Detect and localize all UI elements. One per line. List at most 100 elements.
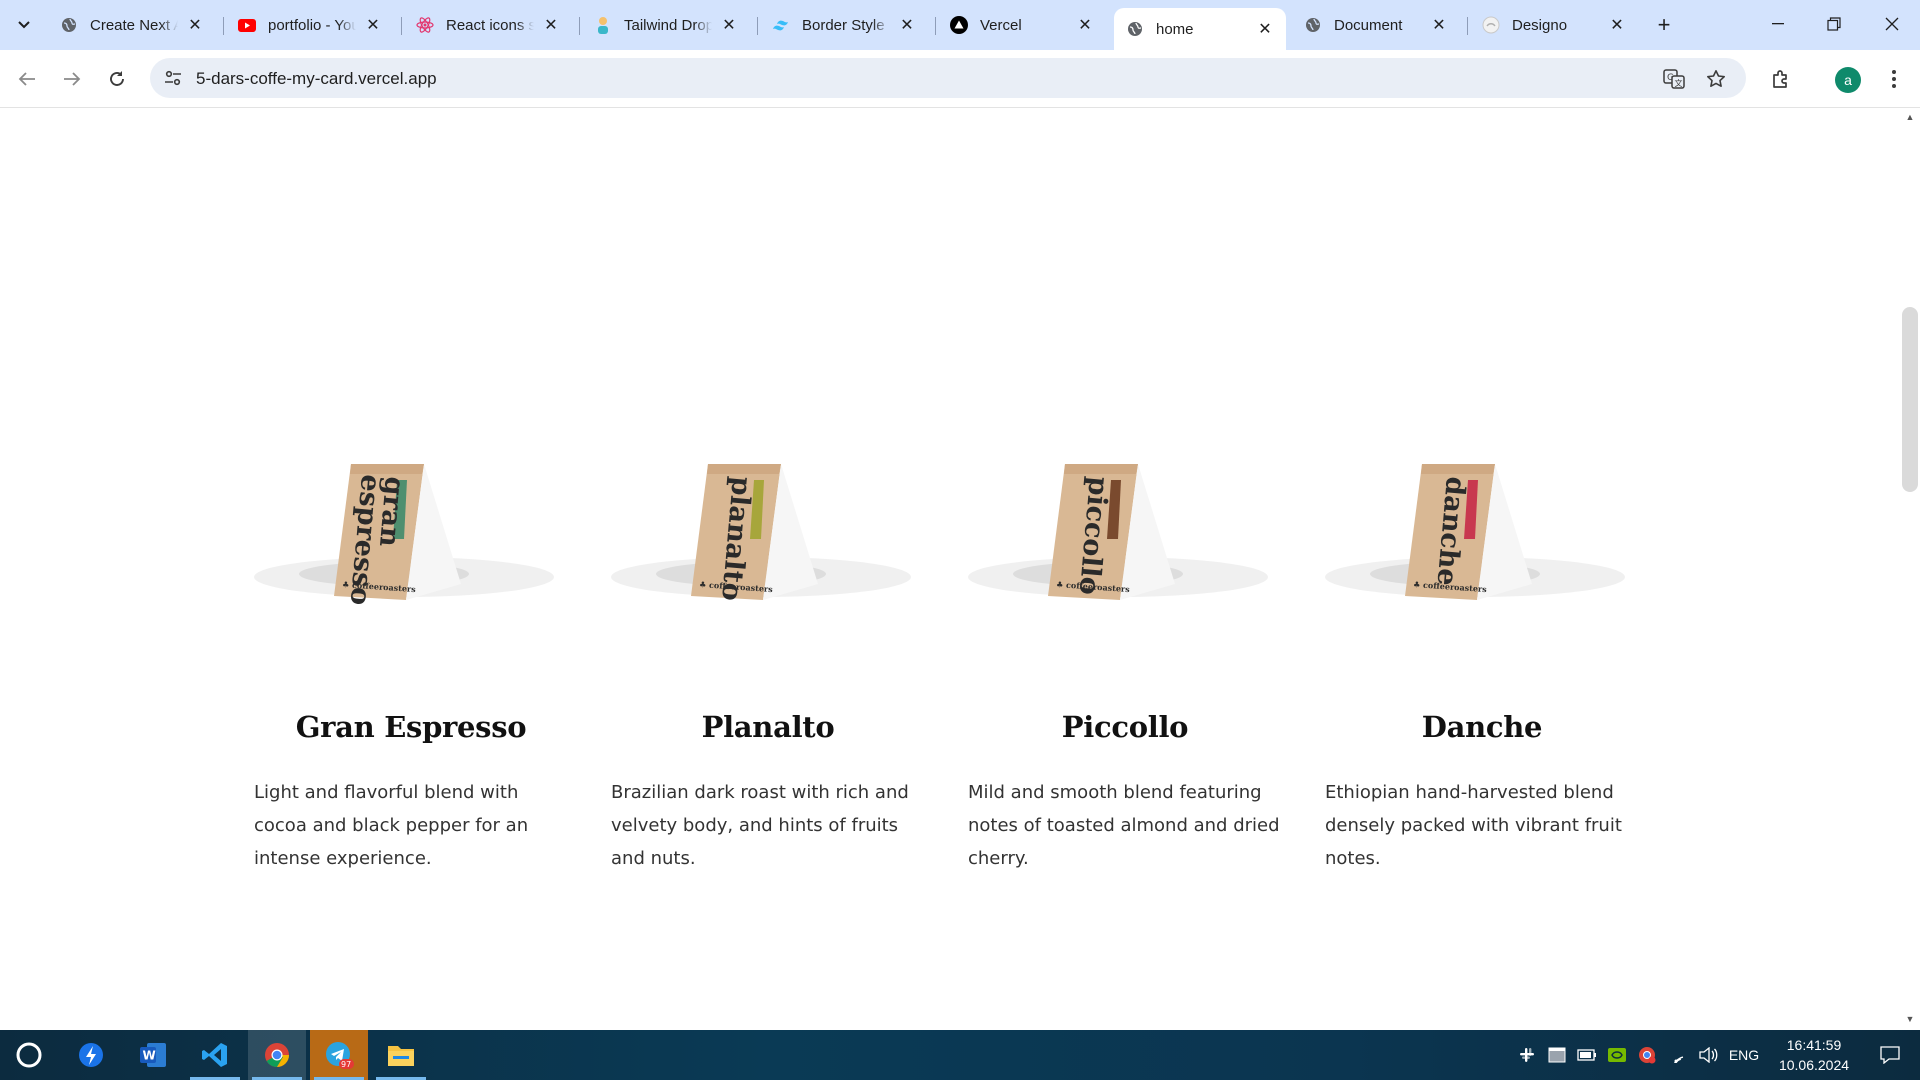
svg-text:W: W <box>143 1049 156 1063</box>
tab-document[interactable]: Document ✕ <box>1292 8 1460 42</box>
close-icon[interactable]: ✕ <box>184 14 206 36</box>
scrollbar-thumb[interactable] <box>1902 307 1918 492</box>
close-icon[interactable]: ✕ <box>1254 18 1276 40</box>
coffee-bag-image: ♣ coffeeroasters piccollo <box>968 344 1282 614</box>
vercel-icon <box>950 16 968 34</box>
battery-icon[interactable] <box>1576 1030 1598 1080</box>
coffee-bag-image: ♣ coffeeroasters planalto <box>611 344 925 614</box>
tab-vercel[interactable]: Vercel ✕ <box>938 8 1106 42</box>
product-name: Piccollo <box>1061 710 1189 744</box>
tailwind-icon <box>772 16 790 34</box>
tab-create-next-app[interactable]: Create Next App ✕ <box>48 8 216 42</box>
start-button[interactable] <box>0 1030 58 1080</box>
tab-title: React icons search <box>446 16 534 34</box>
telegram-icon: 97 <box>326 1042 354 1069</box>
windows-taskbar: W 97 ENG 16:41:59 10.06.2024 <box>0 1030 1920 1080</box>
product-card: ♣ coffeeroasters granespresso Gran Espre… <box>254 344 568 875</box>
extensions-button[interactable] <box>1765 63 1797 95</box>
folder-icon <box>388 1046 414 1066</box>
url-text[interactable]: 5-dars-coffe-my-card.vercel.app <box>196 69 437 89</box>
close-icon[interactable]: ✕ <box>1428 14 1450 36</box>
tab-title: home <box>1156 20 1194 38</box>
close-window-button[interactable] <box>1864 0 1920 48</box>
reload-icon <box>110 71 124 86</box>
close-icon[interactable]: ✕ <box>718 14 740 36</box>
forward-button[interactable] <box>56 63 88 95</box>
new-tab-button[interactable]: + <box>1650 12 1678 38</box>
app-launcher-icon <box>79 1043 103 1067</box>
minimize-icon <box>1772 23 1784 25</box>
close-icon[interactable]: ✕ <box>896 14 918 36</box>
nvidia-icon[interactable] <box>1606 1030 1628 1080</box>
restore-button[interactable] <box>1806 0 1862 48</box>
taskbar-app-telegram[interactable]: 97 <box>310 1030 368 1080</box>
product-name: Planalto <box>701 710 835 744</box>
product-description: Brazilian dark roast with rich and velve… <box>611 782 909 869</box>
wifi-icon[interactable] <box>1666 1030 1690 1080</box>
product-card: ♣ coffeeroasters danche Danche Ethiopian… <box>1325 344 1639 875</box>
tab-border-style[interactable]: Border Style ✕ <box>760 8 928 42</box>
tab-title: Designo <box>1512 16 1568 34</box>
puzzle-icon <box>1773 70 1787 88</box>
tab-tailwind-dropdown[interactable]: Tailwind Dropdown ✕ <box>582 8 750 42</box>
taskbar-app-pinned[interactable] <box>62 1030 120 1080</box>
minimize-button[interactable] <box>1750 0 1806 48</box>
scroll-up-icon[interactable]: ▲ <box>1905 112 1915 122</box>
taskbar-app-chrome[interactable] <box>248 1030 306 1080</box>
notifications-button[interactable] <box>1870 1030 1910 1080</box>
browser-menu-button[interactable] <box>1878 63 1910 95</box>
plus-icon: + <box>1657 12 1671 37</box>
svg-text:文: 文 <box>1675 78 1683 88</box>
tab-strip: Create Next App ✕ portfolio - YouTube ✕ … <box>0 0 1920 50</box>
product-description: Ethiopian hand-harvested blend densely p… <box>1325 782 1622 869</box>
arrow-right-icon <box>64 72 81 86</box>
word-icon: W <box>140 1043 166 1067</box>
tab-title: Create Next App <box>90 16 178 34</box>
page-viewport: ♣ coffeeroasters granespresso Gran Espre… <box>0 109 1900 1030</box>
profile-avatar[interactable]: a <box>1835 67 1861 93</box>
taskbar-app-file-explorer[interactable] <box>372 1030 430 1080</box>
product-name: Danche <box>1421 710 1543 744</box>
vscode-icon <box>202 1043 227 1067</box>
address-bar[interactable]: 5-dars-coffe-my-card.vercel.app G文 <box>150 58 1746 98</box>
taskbar-app-vscode[interactable] <box>186 1030 244 1080</box>
product-card: ♣ coffeeroasters piccollo Piccollo Mild … <box>968 344 1282 875</box>
tab-home[interactable]: home ✕ <box>1114 8 1286 50</box>
notification-icon <box>1880 1046 1900 1064</box>
taskbar-app-word[interactable]: W <box>124 1030 182 1080</box>
site-info-icon[interactable] <box>162 67 184 89</box>
system-clock[interactable]: 16:41:59 10.06.2024 <box>1764 1035 1864 1075</box>
product-grid: ♣ coffeeroasters granespresso Gran Espre… <box>254 344 1684 875</box>
translate-icon[interactable]: G文 <box>1662 67 1686 91</box>
tray-window-icon[interactable] <box>1546 1030 1568 1080</box>
tab-designo[interactable]: Designo ✕ <box>1470 8 1638 42</box>
back-button[interactable] <box>11 63 43 95</box>
cortana-ring-icon <box>16 1042 42 1068</box>
close-icon[interactable]: ✕ <box>1606 14 1628 36</box>
volume-icon[interactable] <box>1696 1030 1720 1080</box>
globe-icon <box>1126 20 1144 38</box>
bookmark-star-icon[interactable] <box>1704 67 1728 91</box>
language-indicator[interactable]: ENG <box>1726 1030 1762 1080</box>
tab-title: Vercel <box>980 16 1022 34</box>
product-name: Gran Espresso <box>295 710 527 744</box>
globe-icon <box>1304 16 1322 34</box>
tab-title: portfolio - YouTube <box>268 16 356 34</box>
person-icon <box>594 16 612 34</box>
tab-portfolio-youtube[interactable]: portfolio - YouTube ✕ <box>226 8 394 42</box>
arrow-left-icon <box>18 72 35 86</box>
svg-text:97: 97 <box>341 1060 351 1069</box>
tab-search-button[interactable] <box>10 12 38 38</box>
close-icon[interactable]: ✕ <box>1074 14 1096 36</box>
scroll-down-icon[interactable]: ▼ <box>1905 1014 1915 1024</box>
chrome-tray-icon[interactable] <box>1636 1030 1658 1080</box>
close-icon[interactable]: ✕ <box>540 14 562 36</box>
product-description: Mild and smooth blend featuring notes of… <box>968 782 1280 869</box>
reload-button[interactable] <box>101 63 133 95</box>
slack-tray-icon[interactable] <box>1516 1030 1538 1080</box>
product-card: ♣ coffeeroasters planalto Planalto Brazi… <box>611 344 925 875</box>
close-icon[interactable]: ✕ <box>362 14 384 36</box>
page-scrollbar[interactable]: ▲ ▼ <box>1900 109 1920 1030</box>
close-icon <box>1885 17 1899 31</box>
tab-react-icons[interactable]: React icons search ✕ <box>404 8 572 42</box>
